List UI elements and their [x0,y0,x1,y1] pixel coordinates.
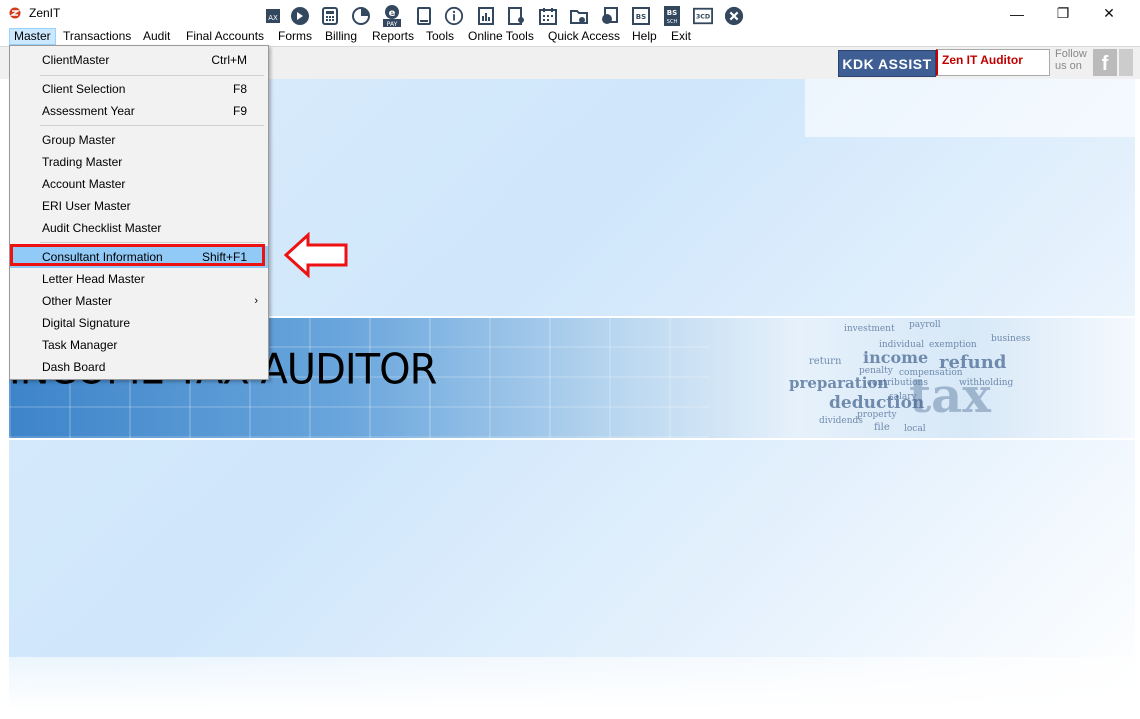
svg-text:PAY: PAY [387,21,398,28]
wc-property: property [857,410,897,420]
wc-income: income [863,348,929,367]
calculator-icon[interactable] [320,6,340,26]
menu-item-dash-board[interactable]: Dash Board [10,356,268,378]
info-icon[interactable] [444,6,464,26]
calendar-icon[interactable] [538,6,558,26]
menu-reports[interactable]: Reports [368,28,418,45]
folder-add-icon[interactable] [569,6,589,26]
twitter-icon[interactable] [1119,49,1133,76]
svg-text:BS: BS [636,13,646,21]
svg-text:3CD: 3CD [696,14,710,21]
menu-quick-access[interactable]: Quick Access [544,28,624,45]
svg-text:BS: BS [667,9,677,17]
menu-item-client-selection[interactable]: Client Selection F8 [10,78,268,100]
menu-item-client-master[interactable]: ClientMaster Ctrl+M [10,49,268,71]
menu-online-tools[interactable]: Online Tools [464,28,538,45]
follow-line-2: us on [1055,60,1082,72]
menu-help[interactable]: Help [628,28,661,45]
bs-sch-icon[interactable]: BS SCH [662,6,682,26]
wc-file: file [874,422,890,433]
menu-separator [40,75,264,76]
wc-payroll: payroll [909,320,941,330]
menu-forms[interactable]: Forms [274,28,316,45]
wc-penalty: penalty [859,366,893,376]
wc-local: local [904,424,926,434]
menu-tools[interactable]: Tools [422,28,458,45]
menu-separator [40,125,264,126]
master-menu-dropdown: ClientMaster Ctrl+M Client Selection F8 … [9,45,269,380]
menu-audit[interactable]: Audit [139,28,174,45]
kdk-assist-button[interactable]: KDK ASSIST [838,50,936,77]
book-icon[interactable] [414,6,434,26]
svg-text:e: e [389,8,396,19]
follow-us-text: Follow us on [1055,48,1087,72]
zenit-logo-icon [9,7,21,19]
annotation-left-arrow-icon [284,232,348,278]
bs-icon[interactable]: BS [631,6,651,26]
svg-text:AX: AX [268,14,278,22]
3cd-icon[interactable]: 3CD [693,6,713,26]
app-window: ZenIT — ❐ ✕ Master Transactions Audit Fi… [0,0,1140,719]
menu-item-other-master[interactable]: Other Master › [10,290,268,312]
menu-item-group-master[interactable]: Group Master [10,129,268,151]
menu-item-eri-user-master[interactable]: ERI User Master [10,195,268,217]
menu-billing[interactable]: Billing [321,28,361,45]
zen-it-auditor-label[interactable]: Zen IT Auditor [936,49,1050,76]
menu-item-audit-checklist-master[interactable]: Audit Checklist Master [10,217,268,239]
annotation-highlight-box [10,244,265,266]
bar-report-icon[interactable] [476,6,496,26]
close-button[interactable]: ✕ [1086,0,1132,27]
window-title: ZenIT [29,6,61,20]
wc-business: business [991,334,1031,344]
menu-item-task-manager[interactable]: Task Manager [10,334,268,356]
minimize-button[interactable]: — [994,0,1040,27]
menu-item-trading-master[interactable]: Trading Master [10,151,268,173]
wc-return: return [809,356,842,367]
restore-button[interactable]: ❐ [1040,0,1086,27]
menu-exit[interactable]: Exit [667,28,695,45]
menu-separator [40,242,264,243]
menu-item-digital-signature[interactable]: Digital Signature [10,312,268,334]
submenu-chevron-right-icon: › [254,295,258,307]
wc-compensation: compensation [899,368,963,378]
menu-item-account-master[interactable]: Account Master [10,173,268,195]
wc-contributions: contributions [867,378,928,388]
menu-item-assessment-year[interactable]: Assessment Year F9 [10,100,268,122]
user-report-icon[interactable] [506,6,526,26]
follow-line-1: Follow [1055,48,1087,60]
wc-individual: individual [879,340,925,350]
wc-exemption: exemption [929,340,977,350]
wc-withholding: withholding [959,378,1014,388]
close-circle-icon[interactable] [724,6,744,26]
tax-icon[interactable]: AX [262,6,282,26]
pie-chart-icon[interactable] [351,6,371,26]
main-top-highlight [805,79,1135,137]
epay-icon[interactable]: e PAY [382,5,402,28]
backup-icon[interactable] [599,6,619,26]
arrow-circle-icon[interactable] [290,6,310,26]
menu-bar: Master Transactions Audit Final Accounts… [0,27,1140,45]
tax-word-cloud: income refund preparation deduction tax … [779,318,1109,438]
main-bottom-fade [9,657,1135,711]
menu-item-letter-head-master[interactable]: Letter Head Master [10,268,268,290]
wc-investment: investment [844,324,895,334]
menu-transactions[interactable]: Transactions [59,28,135,45]
menu-final-accounts[interactable]: Final Accounts [182,28,268,45]
menu-master[interactable]: Master [9,28,56,45]
wc-salary: salary [889,392,917,402]
svg-text:SCH: SCH [667,19,678,25]
facebook-icon[interactable]: f [1093,49,1117,76]
